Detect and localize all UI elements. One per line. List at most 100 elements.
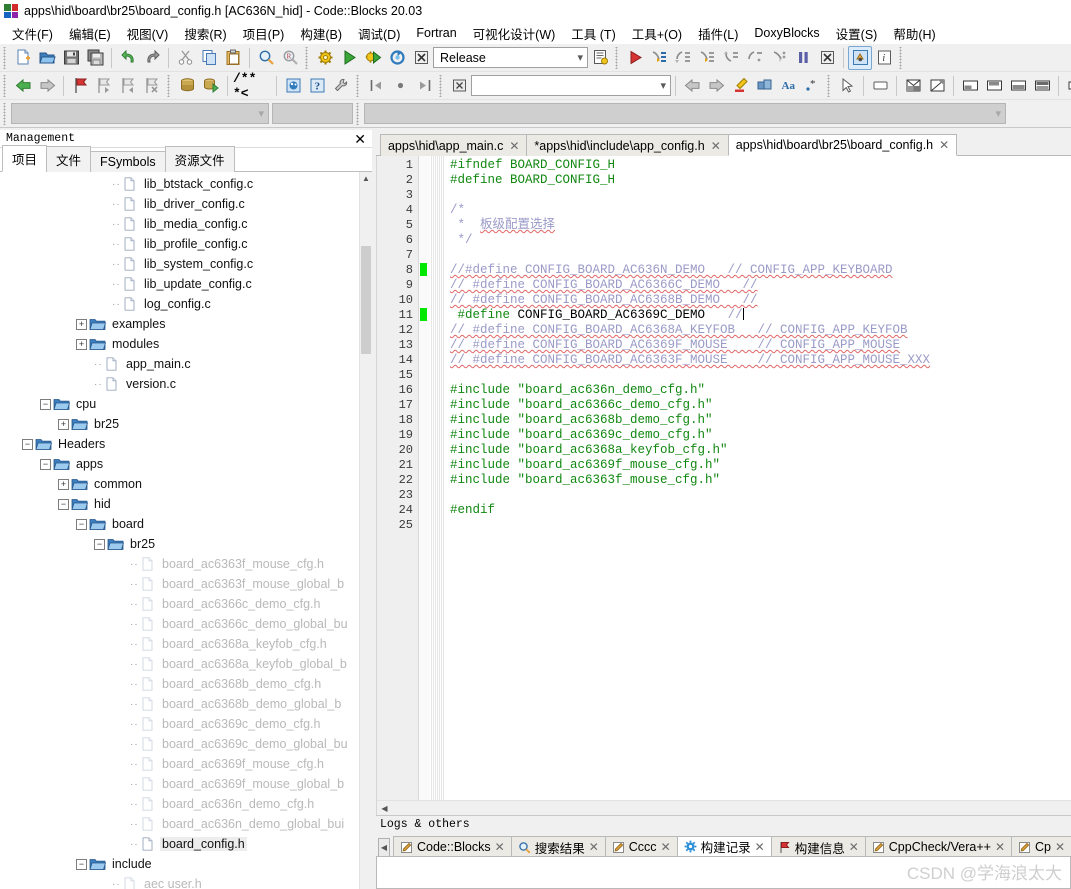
copy-icon[interactable] xyxy=(197,46,221,70)
fold-slot[interactable] xyxy=(430,293,444,308)
tree-item[interactable]: ··· lib_profile_config.c xyxy=(0,234,359,254)
tree-item[interactable]: ··· board_ac6368b_demo_cfg.h xyxy=(0,674,359,694)
toolbar-grip[interactable] xyxy=(614,46,621,69)
tree-item[interactable]: ··· board_config.h xyxy=(0,834,359,854)
fold-slot[interactable] xyxy=(430,383,444,398)
menu-item-9[interactable]: 工具 (T) xyxy=(563,22,623,45)
debug-step-into-icon[interactable] xyxy=(695,46,719,70)
debug-step-instruction-icon[interactable] xyxy=(743,46,767,70)
tree-item[interactable]: ··· board_ac6369f_mouse_cfg.h xyxy=(0,754,359,774)
logs-tab-5[interactable]: CppCheck/Vera++ ✕ xyxy=(864,836,1012,856)
menu-item-5[interactable]: 构建(B) xyxy=(292,22,350,45)
menu-item-12[interactable]: DoxyBlocks xyxy=(746,24,827,42)
marker-slot[interactable] xyxy=(419,428,430,443)
toolbar-grip[interactable] xyxy=(355,102,362,125)
forward-icon[interactable] xyxy=(35,74,59,98)
close-icon[interactable]: ✕ xyxy=(1055,840,1065,854)
fold-slot[interactable] xyxy=(430,398,444,413)
close-box-icon[interactable] xyxy=(447,74,471,98)
debug-stop-icon[interactable] xyxy=(815,46,839,70)
pointer-icon[interactable] xyxy=(835,74,859,98)
paste-icon[interactable] xyxy=(221,46,245,70)
tree-item[interactable]: + common xyxy=(0,474,359,494)
doxyblocks-run-icon[interactable] xyxy=(175,74,199,98)
scroll-up-arrow-icon[interactable]: ▲ xyxy=(359,172,372,185)
fold-slot[interactable] xyxy=(430,428,444,443)
tree-item[interactable]: − hid xyxy=(0,494,359,514)
tree-item[interactable]: ··· lib_system_config.c xyxy=(0,254,359,274)
scroll-left-arrow-icon[interactable]: ◀ xyxy=(377,804,392,813)
regex-icon[interactable]: * xyxy=(800,74,824,98)
fold-slot[interactable] xyxy=(430,188,444,203)
expand-icon[interactable]: + xyxy=(58,478,69,490)
tree-item[interactable]: ··· lib_media_config.c xyxy=(0,214,359,234)
fold-slot[interactable] xyxy=(430,443,444,458)
editor-tab-0[interactable]: apps\hid\app_main.c ✕ xyxy=(379,134,528,156)
marker-slot[interactable] xyxy=(419,293,430,308)
menu-item-11[interactable]: 插件(L) xyxy=(690,22,746,45)
marker-slot[interactable] xyxy=(419,353,430,368)
close-icon[interactable]: ✕ xyxy=(995,840,1005,854)
close-icon[interactable]: ✕ xyxy=(509,139,519,153)
dock-fill-icon[interactable] xyxy=(1006,74,1030,98)
marker-slot[interactable] xyxy=(419,218,430,233)
chevron-left-icon[interactable]: ◀ xyxy=(377,838,390,856)
management-tab-2[interactable]: FSymbols xyxy=(90,151,166,172)
management-tab-3[interactable]: 资源文件 xyxy=(164,146,235,172)
fold-slot[interactable] xyxy=(430,458,444,473)
debug-step-out-icon[interactable] xyxy=(719,46,743,70)
fold-slot[interactable] xyxy=(430,278,444,293)
fold-slot[interactable] xyxy=(430,353,444,368)
debug-continue-icon[interactable] xyxy=(623,46,647,70)
run-icon[interactable] xyxy=(337,46,361,70)
tree-item[interactable]: ··· log_config.c xyxy=(0,294,359,314)
debug-run-to-cursor-icon[interactable] xyxy=(767,46,791,70)
debug-break-icon[interactable] xyxy=(791,46,815,70)
fold-slot[interactable] xyxy=(430,413,444,428)
function-combo[interactable]: ▾ xyxy=(364,103,1006,124)
fold-slot[interactable] xyxy=(430,263,444,278)
fold-slot[interactable] xyxy=(430,308,444,323)
tree-item[interactable]: − Headers xyxy=(0,434,359,454)
code-text[interactable]: #ifndef BOARD_CONFIG_H #define BOARD_CONF… xyxy=(444,156,1071,800)
menu-item-0[interactable]: 文件(F) xyxy=(4,22,61,45)
fold-slot[interactable] xyxy=(430,518,444,533)
logs-tab-0[interactable]: Code::Blocks ✕ xyxy=(392,836,512,856)
unfold-all-icon[interactable] xyxy=(412,74,436,98)
menu-item-2[interactable]: 视图(V) xyxy=(119,22,177,45)
expand-icon[interactable]: + xyxy=(58,418,69,430)
fold-gutter[interactable] xyxy=(429,156,444,800)
marker-slot[interactable] xyxy=(419,413,430,428)
close-icon[interactable]: ✕ xyxy=(711,139,721,153)
marker-slot[interactable] xyxy=(419,488,430,503)
menu-item-3[interactable]: 搜索(R) xyxy=(176,22,234,45)
toolbar-grip[interactable] xyxy=(2,102,9,125)
tree-vertical-scrollbar[interactable]: ▲ xyxy=(358,172,372,889)
tree-item[interactable]: − apps xyxy=(0,454,359,474)
tree-item[interactable]: + examples xyxy=(0,314,359,334)
open-file-icon[interactable] xyxy=(35,46,59,70)
build-and-run-icon[interactable] xyxy=(361,46,385,70)
collapse-icon[interactable]: − xyxy=(58,498,69,510)
marker-slot[interactable] xyxy=(419,233,430,248)
management-tab-0[interactable]: 项目 xyxy=(2,145,48,172)
marker-slot[interactable] xyxy=(419,158,430,173)
dock-bottom-icon[interactable] xyxy=(958,74,982,98)
tree-item[interactable]: ··· board_ac6368a_keyfob_cfg.h xyxy=(0,634,359,654)
tree-item[interactable]: ··· lib_btstack_config.c xyxy=(0,174,359,194)
dock-split-icon[interactable] xyxy=(1030,74,1054,98)
split-h-icon[interactable] xyxy=(901,74,925,98)
prev-bookmark-icon[interactable] xyxy=(116,74,140,98)
highlight-icon[interactable] xyxy=(728,74,752,98)
logs-tab-1[interactable]: 搜索结果 ✕ xyxy=(510,836,606,856)
tree-item[interactable]: − cpu xyxy=(0,394,359,414)
dock-top-icon[interactable] xyxy=(982,74,1006,98)
debug-next-line-icon[interactable] xyxy=(647,46,671,70)
debugging-windows-icon[interactable] xyxy=(848,45,872,70)
tree-item[interactable]: − br25 xyxy=(0,534,359,554)
toolbar-grip[interactable] xyxy=(898,46,905,69)
replace-icon[interactable]: R xyxy=(278,46,302,70)
match-case-icon[interactable] xyxy=(752,74,776,98)
expand-icon[interactable]: + xyxy=(76,338,87,350)
management-tab-1[interactable]: 文件 xyxy=(46,146,92,172)
